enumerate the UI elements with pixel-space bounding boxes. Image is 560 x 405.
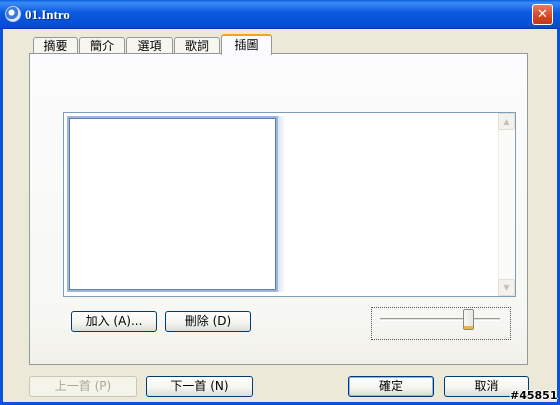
title-bar[interactable]: 01.Intro ✕ [0, 0, 560, 29]
watermark-label: #45851 [510, 389, 558, 402]
scroll-down-arrow-icon[interactable]: ▼ [498, 279, 515, 296]
artwork-image-well[interactable] [67, 116, 278, 292]
scroll-up-arrow-icon[interactable]: ▲ [498, 113, 515, 130]
next-track-button[interactable]: 下一首 (N) [146, 376, 253, 397]
ok-button[interactable]: 確定 [348, 376, 434, 397]
tab-artwork[interactable]: 插圖 [221, 34, 272, 55]
tab-summary[interactable]: 摘要 [33, 37, 78, 54]
artwork-size-slider-thumb[interactable] [463, 309, 474, 330]
previous-track-button[interactable]: 上一首 (P) [29, 376, 137, 397]
close-button[interactable]: ✕ [532, 4, 553, 25]
artwork-well-shadow [278, 116, 286, 292]
window-title: 01.Intro [25, 7, 70, 22]
itunes-app-icon [5, 6, 21, 22]
delete-artwork-button[interactable]: 刪除 (D) [165, 311, 251, 332]
artwork-size-slider-track[interactable] [380, 318, 500, 321]
artwork-vertical-scrollbar[interactable] [498, 113, 515, 296]
tab-info[interactable]: 簡介 [79, 37, 125, 54]
tab-lyrics[interactable]: 歌詞 [174, 37, 220, 54]
add-artwork-button[interactable]: 加入 (A)... [71, 311, 157, 332]
tab-options[interactable]: 選項 [126, 37, 173, 54]
artwork-size-slider-focus [371, 307, 511, 340]
